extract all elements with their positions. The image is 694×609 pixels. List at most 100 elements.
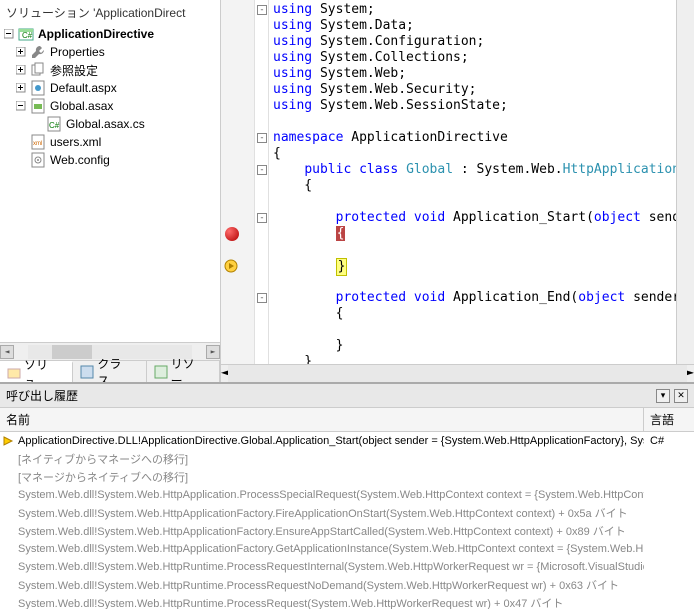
fold-toggle[interactable]: - [257, 213, 267, 223]
solution-explorer-tabs: ソリュ...クラス...リソー... [0, 360, 220, 382]
code-line[interactable]: namespace ApplicationDirective [273, 130, 672, 146]
column-name[interactable]: 名前 [0, 408, 644, 431]
code-line[interactable]: { [273, 178, 672, 194]
code-editor: ----- using System;using System.Data;usi… [221, 0, 694, 382]
tree-node[interactable]: Global.asax [0, 97, 220, 115]
code-area[interactable]: using System;using System.Data;using Sys… [269, 0, 676, 364]
code-line[interactable] [273, 242, 672, 258]
svg-text:C#: C# [49, 121, 60, 130]
editor-hscrollbar[interactable]: ◄ ► [221, 364, 694, 382]
frame-text: [ネイティブからマネージへの移行] [16, 451, 644, 467]
asax-icon [30, 98, 46, 114]
frame-text: System.Web.dll!System.Web.HttpApplicatio… [16, 505, 644, 521]
tree-node[interactable]: Properties [0, 43, 220, 61]
code-line[interactable] [273, 114, 672, 130]
tree-node[interactable]: 参照設定 [0, 61, 220, 79]
svg-text:C#: C# [22, 31, 33, 40]
code-line[interactable]: public class Global : System.Web.HttpApp… [273, 162, 672, 178]
frame-text: [マネージからネイティブへの移行] [16, 469, 644, 485]
editor-vscrollbar[interactable] [676, 0, 694, 364]
twisty-icon[interactable] [4, 29, 16, 39]
tree-node-label: Web.config [48, 152, 112, 168]
frame-text: System.Web.dll!System.Web.HttpApplicatio… [16, 489, 644, 501]
window-position-button[interactable]: ▾ [656, 389, 670, 403]
call-stack-title-bar: 呼び出し履歴 ▾ ✕ [0, 384, 694, 408]
breakpoint-icon[interactable] [225, 227, 239, 241]
cs-icon: C# [46, 116, 62, 132]
frame-text: System.Web.dll!System.Web.HttpRuntime.Pr… [16, 577, 644, 593]
xml-icon: xml [30, 134, 46, 150]
code-line[interactable]: using System; [273, 2, 672, 18]
frame-text: System.Web.dll!System.Web.HttpApplicatio… [16, 543, 644, 555]
call-stack-panel: 呼び出し履歴 ▾ ✕ 名前 言語 ApplicationDirective.DL… [0, 382, 694, 609]
frame-text: System.Web.dll!System.Web.HttpApplicatio… [16, 523, 644, 539]
tree-node[interactable]: C# Global.asax.cs [0, 115, 220, 133]
fold-toggle[interactable]: - [257, 165, 267, 175]
solution-tab[interactable]: リソー... [147, 361, 220, 382]
call-stack-header[interactable]: 名前 言語 [0, 408, 694, 432]
code-line[interactable]: { [273, 226, 672, 242]
frame-lang: C# [644, 435, 694, 447]
code-line[interactable]: using System.Web.Security; [273, 82, 672, 98]
solution-hscrollbar[interactable]: ◄ ► [0, 342, 220, 360]
solution-tree[interactable]: C#ApplicationDirectiveProperties参照設定Defa… [0, 25, 220, 342]
wrench-icon [30, 44, 46, 60]
code-line[interactable]: } [273, 258, 672, 274]
call-stack-row[interactable]: System.Web.dll!System.Web.HttpApplicatio… [0, 540, 694, 558]
project-icon: C# [18, 26, 34, 42]
tree-node-label: Global.asax.cs [64, 116, 147, 132]
code-line[interactable]: protected void Application_End(object se… [273, 290, 672, 306]
code-line[interactable]: } [273, 338, 672, 354]
call-stack-row[interactable]: System.Web.dll!System.Web.HttpApplicatio… [0, 504, 694, 522]
code-line[interactable]: using System.Web; [273, 66, 672, 82]
call-stack-row[interactable]: System.Web.dll!System.Web.HttpApplicatio… [0, 486, 694, 504]
frame-text: System.Web.dll!System.Web.HttpRuntime.Pr… [16, 561, 644, 573]
svg-text:xml: xml [33, 141, 42, 147]
solution-tab[interactable]: ソリュ... [0, 361, 73, 382]
editor-outline-gutter[interactable]: - - - - - [255, 0, 269, 364]
row-marker-icon [0, 435, 16, 447]
solution-explorer-panel: ソリューション 'ApplicationDirect C#Application… [0, 0, 221, 382]
call-stack-row[interactable]: ApplicationDirective.DLL!ApplicationDire… [0, 432, 694, 450]
references-icon [30, 62, 46, 78]
call-stack-row[interactable]: System.Web.dll!System.Web.HttpApplicatio… [0, 522, 694, 540]
code-line[interactable]: } [273, 354, 672, 364]
code-line[interactable]: { [273, 146, 672, 162]
twisty-icon[interactable] [16, 101, 28, 111]
twisty-icon[interactable] [16, 83, 28, 93]
code-line[interactable]: using System.Collections; [273, 50, 672, 66]
code-line[interactable]: protected void Application_Start(object … [273, 210, 672, 226]
column-lang[interactable]: 言語 [644, 408, 694, 431]
tree-node[interactable]: Web.config [0, 151, 220, 169]
fold-toggle[interactable]: - [257, 133, 267, 143]
solution-title: ソリューション 'ApplicationDirect [0, 0, 220, 25]
code-line[interactable] [273, 274, 672, 290]
editor-gutter[interactable] [221, 0, 255, 364]
tree-node-label: users.xml [48, 134, 103, 150]
call-stack-rows[interactable]: ApplicationDirective.DLL!ApplicationDire… [0, 432, 694, 609]
call-stack-row[interactable]: System.Web.dll!System.Web.HttpRuntime.Pr… [0, 558, 694, 576]
code-line[interactable]: using System.Configuration; [273, 34, 672, 50]
code-line[interactable]: using System.Web.SessionState; [273, 98, 672, 114]
code-line[interactable] [273, 322, 672, 338]
frame-text: System.Web.dll!System.Web.HttpRuntime.Pr… [16, 595, 644, 609]
twisty-icon[interactable] [16, 65, 28, 75]
tree-node[interactable]: C#ApplicationDirective [0, 25, 220, 43]
solution-tab[interactable]: クラス... [73, 361, 146, 382]
call-stack-row[interactable]: [ネイティブからマネージへの移行] [0, 450, 694, 468]
call-stack-row[interactable]: System.Web.dll!System.Web.HttpRuntime.Pr… [0, 594, 694, 609]
call-stack-row[interactable]: System.Web.dll!System.Web.HttpRuntime.Pr… [0, 576, 694, 594]
close-button[interactable]: ✕ [674, 389, 688, 403]
twisty-icon[interactable] [16, 47, 28, 57]
code-line[interactable] [273, 194, 672, 210]
call-stack-row[interactable]: [マネージからネイティブへの移行] [0, 468, 694, 486]
tree-node-label: Default.aspx [48, 80, 119, 96]
fold-toggle[interactable]: - [257, 293, 267, 303]
instruction-pointer-icon [224, 259, 239, 273]
tree-node[interactable]: Default.aspx [0, 79, 220, 97]
fold-toggle[interactable]: - [257, 5, 267, 15]
config-icon [30, 152, 46, 168]
code-line[interactable]: { [273, 306, 672, 322]
code-line[interactable]: using System.Data; [273, 18, 672, 34]
tree-node[interactable]: xml users.xml [0, 133, 220, 151]
